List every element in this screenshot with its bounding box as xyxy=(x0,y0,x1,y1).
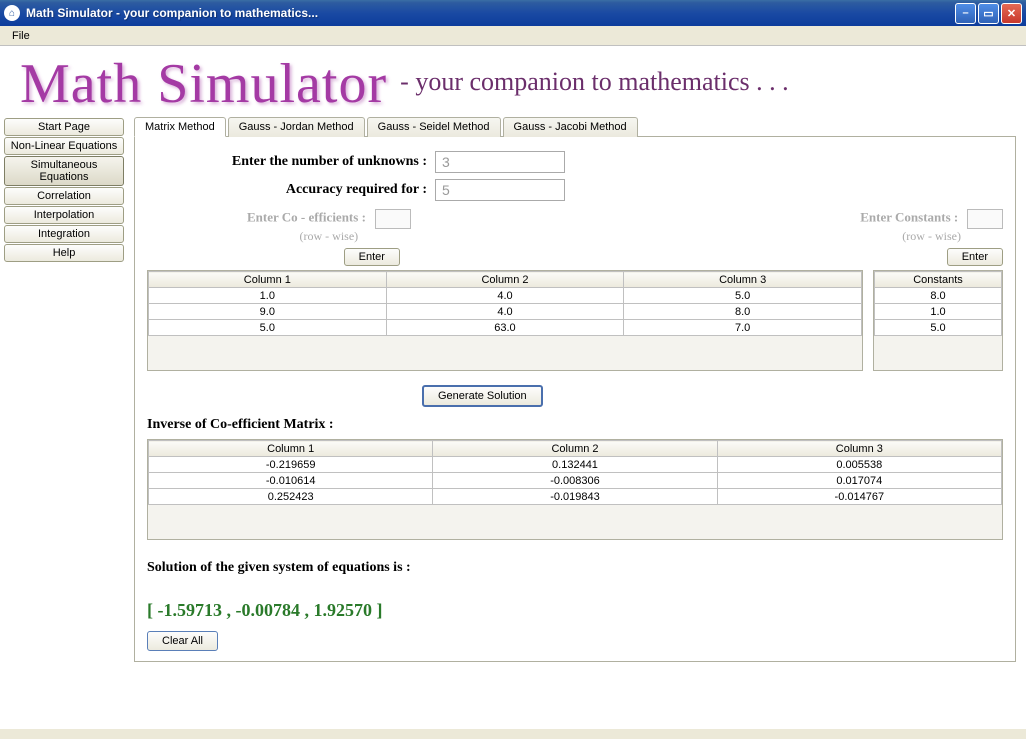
tab-panel-matrix: Enter the number of unknowns : Accuracy … xyxy=(134,137,1016,662)
app-banner: Math Simulator - your companion to mathe… xyxy=(0,46,1026,116)
const-enter-button[interactable]: Enter xyxy=(947,248,1003,266)
sidebar-item-integration[interactable]: Integration xyxy=(4,225,124,243)
coeff-header: Column 2 xyxy=(386,272,624,288)
banner-subtitle: - your companion to mathematics . . . xyxy=(400,67,788,96)
close-button[interactable]: ✕ xyxy=(1001,3,1022,24)
const-header: Constants xyxy=(875,272,1002,288)
menu-file[interactable]: File xyxy=(6,28,36,44)
table-row: 9.0 4.0 8.0 xyxy=(149,304,862,320)
const-title: Enter Constants : xyxy=(860,210,958,225)
unknowns-input[interactable] xyxy=(435,151,565,173)
coeff-header: Column 3 xyxy=(624,272,862,288)
window-title: Math Simulator - your companion to mathe… xyxy=(26,6,955,20)
accuracy-input[interactable] xyxy=(435,179,565,201)
sidebar-item-non-linear[interactable]: Non-Linear Equations xyxy=(4,137,124,155)
solution-value: [ -1.59713 , -0.00784 , 1.92570 ] xyxy=(147,600,1003,621)
table-row: 1.0 4.0 5.0 xyxy=(149,288,862,304)
sidebar-item-correlation[interactable]: Correlation xyxy=(4,187,124,205)
sidebar-item-simultaneous[interactable]: Simultaneous Equations xyxy=(4,156,124,186)
table-row: 5.0 63.0 7.0 xyxy=(149,320,862,336)
coeff-input[interactable] xyxy=(375,209,411,229)
coefficient-table: Column 1 Column 2 Column 3 1.0 4.0 5.0 9… xyxy=(147,270,863,371)
solution-label: Solution of the given system of equation… xyxy=(147,560,1003,576)
accuracy-label: Accuracy required for : xyxy=(147,182,427,198)
constants-table: Constants 8.0 1.0 5.0 xyxy=(873,270,1003,371)
inverse-header: Column 3 xyxy=(717,441,1001,457)
sidebar-item-start-page[interactable]: Start Page xyxy=(4,118,124,136)
table-row: 8.0 xyxy=(875,288,1002,304)
window-titlebar: ⌂ Math Simulator - your companion to mat… xyxy=(0,0,1026,26)
app-icon: ⌂ xyxy=(4,5,20,21)
tab-gauss-jordan[interactable]: Gauss - Jordan Method xyxy=(228,117,365,137)
inverse-header: Column 1 xyxy=(149,441,433,457)
table-row: 1.0 xyxy=(875,304,1002,320)
unknowns-label: Enter the number of unknowns : xyxy=(147,154,427,170)
table-row: 5.0 xyxy=(875,320,1002,336)
banner-title: Math Simulator xyxy=(20,53,387,115)
maximize-button[interactable]: ▭ xyxy=(978,3,999,24)
sidebar: Start Page Non-Linear Equations Simultan… xyxy=(0,116,128,729)
tab-gauss-jacobi[interactable]: Gauss - Jacobi Method xyxy=(503,117,638,137)
coeff-enter-button[interactable]: Enter xyxy=(344,248,400,266)
inverse-header: Column 2 xyxy=(433,441,717,457)
coeff-header: Column 1 xyxy=(149,272,387,288)
const-input[interactable] xyxy=(967,209,1003,229)
table-row: -0.219659 0.132441 0.005538 xyxy=(149,457,1002,473)
sidebar-item-interpolation[interactable]: Interpolation xyxy=(4,206,124,224)
tab-matrix-method[interactable]: Matrix Method xyxy=(134,117,226,137)
generate-solution-button[interactable]: Generate Solution xyxy=(422,385,543,407)
coeff-sub: (row - wise) xyxy=(247,229,411,244)
table-row: 0.252423 -0.019843 -0.014767 xyxy=(149,489,1002,505)
sidebar-item-help[interactable]: Help xyxy=(4,244,124,262)
const-sub: (row - wise) xyxy=(860,229,1003,244)
minimize-button[interactable]: – xyxy=(955,3,976,24)
menubar: File xyxy=(0,26,1026,46)
inverse-title: Inverse of Co-efficient Matrix : xyxy=(147,417,1003,433)
method-tabs: Matrix Method Gauss - Jordan Method Gaus… xyxy=(134,116,1016,137)
inverse-table: Column 1 Column 2 Column 3 -0.219659 0.1… xyxy=(147,439,1003,540)
table-row: -0.010614 -0.008306 0.017074 xyxy=(149,473,1002,489)
tab-gauss-seidel[interactable]: Gauss - Seidel Method xyxy=(367,117,501,137)
clear-all-button[interactable]: Clear All xyxy=(147,631,218,651)
coeff-title: Enter Co - efficients : xyxy=(247,210,366,225)
